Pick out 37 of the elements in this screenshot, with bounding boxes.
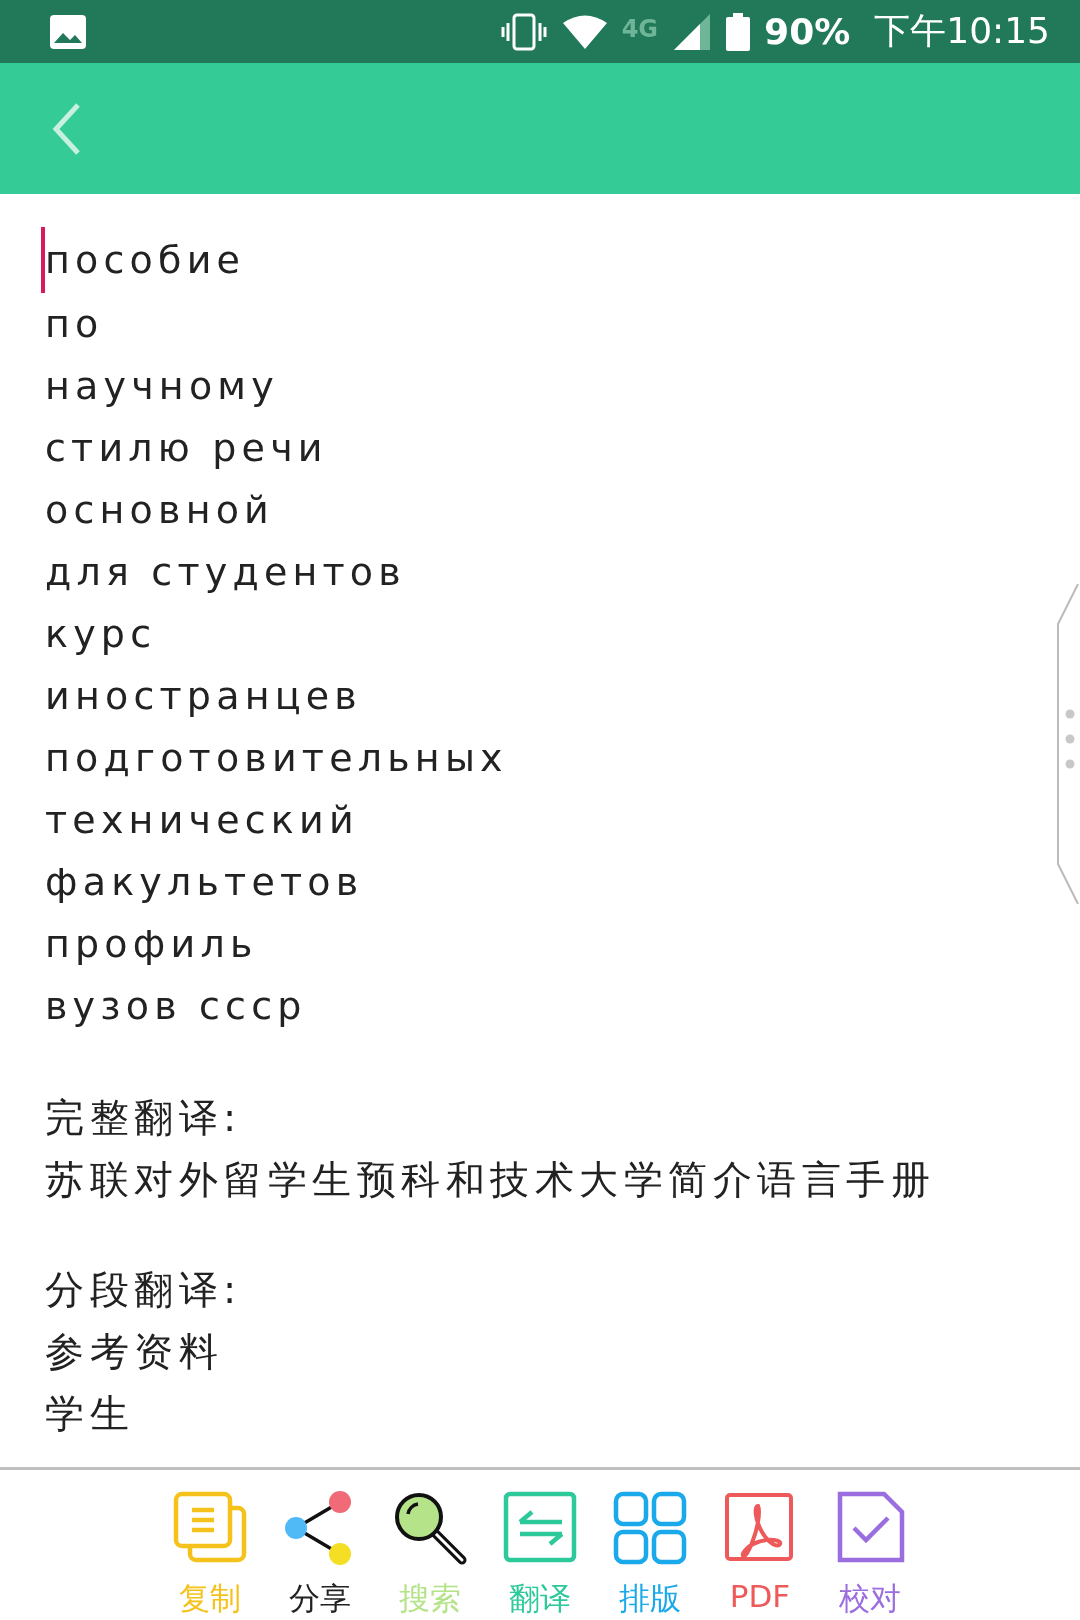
recognized-text-line: курс xyxy=(45,611,157,658)
translation-text: 苏联对外留学生预科和技术大学简介语言手册 xyxy=(45,1156,935,1204)
vibrate-icon xyxy=(499,12,548,51)
signal-icon xyxy=(672,13,713,50)
toolbar-button[interactable]: 排版 xyxy=(610,1490,690,1620)
translation-text: 参考资料 xyxy=(45,1328,223,1376)
grid-icon xyxy=(612,1490,688,1566)
recognized-text-line: пособие xyxy=(45,237,246,284)
recognized-text-line: вузов ссср xyxy=(45,983,307,1030)
translation-text: 学生 xyxy=(45,1390,134,1438)
toolbar-button[interactable]: PDF xyxy=(720,1490,800,1620)
section-label: 分段翻译: xyxy=(45,1266,242,1314)
toolbar-button[interactable]: 搜索 xyxy=(390,1490,470,1620)
recognized-text-line: профиль xyxy=(45,921,258,968)
side-handle[interactable] xyxy=(1056,584,1080,904)
text-cursor xyxy=(41,227,45,293)
toolbar-button[interactable]: 校对 xyxy=(830,1490,910,1620)
wifi-icon xyxy=(561,13,608,50)
battery-icon xyxy=(726,12,751,51)
toolbar-button[interactable]: 翻译 xyxy=(500,1490,580,1620)
clock: 下午10:15 xyxy=(874,9,1050,53)
recognized-text-line: иностранцев xyxy=(45,673,362,720)
recognized-text-line: для студентов xyxy=(45,549,406,596)
recognized-text-line: технический xyxy=(45,797,359,844)
recognized-text-line: стилю речи xyxy=(45,425,328,472)
battery-percent: 90% xyxy=(764,11,851,52)
image-icon xyxy=(50,14,86,49)
magnifier-icon xyxy=(392,1490,468,1566)
toolbar-button[interactable]: 分享 xyxy=(280,1490,360,1620)
recognized-text-line: подготовительных xyxy=(45,735,508,782)
network-type: 4G xyxy=(621,15,659,43)
section-label: 完整翻译: xyxy=(45,1094,242,1142)
recognized-text-line: по xyxy=(45,301,104,348)
recognized-text-line: факультетов xyxy=(45,859,364,906)
recognized-text-line: научному xyxy=(45,363,279,410)
toolbar-button[interactable]: 复制 xyxy=(170,1490,250,1620)
recognized-text-line: основной xyxy=(45,487,275,534)
